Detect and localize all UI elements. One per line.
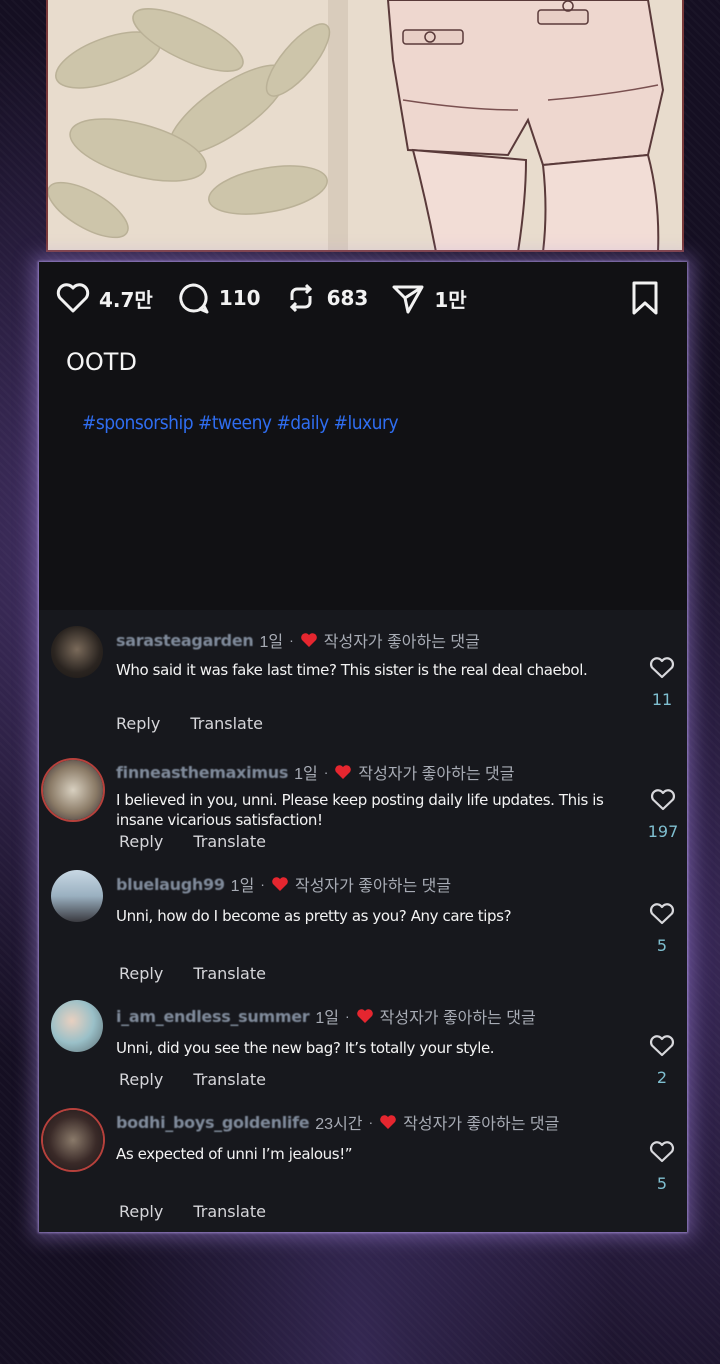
comments-section: sarasteagarden 1일 · 작성자가 좋아하는 댓글 Who sai… (39, 610, 687, 1232)
translate-button[interactable]: Translate (193, 832, 266, 851)
comment-like[interactable]: 2 (649, 1034, 675, 1087)
comment-time: 1일 (315, 1010, 339, 1027)
heart-filled-icon (300, 633, 317, 647)
comment-time: 23시간 (315, 1116, 363, 1133)
comment-text: Who said it was fake last time? This sis… (116, 661, 588, 679)
heart-filled-icon (272, 877, 288, 891)
action-bar: 4.7만 110 683 1만 (55, 276, 675, 320)
comment-username[interactable]: bluelaugh99 (116, 875, 225, 894)
translate-button[interactable]: Translate (193, 964, 266, 983)
comment-time: 1일 (259, 634, 284, 651)
comment-username[interactable]: i_am_endless_summer (116, 1007, 310, 1026)
translate-button[interactable]: Translate (190, 714, 263, 733)
post-hashtags[interactable]: #sponsorship #tweeny #daily #luxury (82, 412, 399, 434)
repost-count: 683 (326, 286, 369, 310)
avatar[interactable] (51, 1000, 103, 1052)
reply-button[interactable]: Reply (116, 714, 160, 733)
liked-by-author-label: 작성자가 좋아하는 댓글 (379, 1010, 536, 1027)
comment-header: finneasthemaximus 1일 · 작성자가 좋아하는 댓글 (116, 760, 514, 784)
post-caption: OOTD (66, 348, 137, 376)
heart-filled-icon (335, 765, 352, 779)
comment-text: Unni, how do I become as pretty as you? … (116, 907, 512, 925)
reply-button[interactable]: Reply (119, 964, 163, 983)
comment-text: Unni, did you see the new bag? It’s tota… (116, 1039, 495, 1057)
translate-button[interactable]: Translate (193, 1070, 266, 1089)
heart-filled-icon (380, 1115, 397, 1129)
comment-like[interactable]: 197 (645, 788, 681, 841)
heart-outline-icon (649, 657, 675, 679)
heart-outline-icon (56, 283, 90, 313)
repost-action[interactable]: 683 (283, 280, 369, 316)
liked-by-author-label: 작성자가 좋아하는 댓글 (403, 1116, 560, 1133)
comment-time: 1일 (294, 766, 318, 783)
heart-outline-icon (650, 789, 676, 811)
comment-actions: Reply Translate (116, 714, 293, 733)
comment-header: bodhi_boys_goldenlife 23시간 · 작성자가 좋아하는 댓… (116, 1110, 559, 1134)
comment-header: sarasteagarden 1일 · 작성자가 좋아하는 댓글 (116, 628, 480, 652)
liked-by-author-label: 작성자가 좋아하는 댓글 (323, 634, 480, 651)
comment-like-count: 197 (647, 822, 679, 841)
comment-bubble-icon (179, 283, 209, 314)
post-image (46, 0, 684, 252)
share-count: 1만 (434, 287, 467, 312)
comment-like-count: 5 (656, 1174, 668, 1193)
avatar[interactable] (43, 1110, 103, 1170)
comment-username[interactable]: bodhi_boys_goldenlife (116, 1113, 310, 1132)
post-panel: 4.7만 110 683 1만 OOTD #sponsorship #tween… (39, 262, 687, 1232)
reply-button[interactable]: Reply (119, 1202, 163, 1221)
comment-username[interactable]: finneasthemaximus (116, 763, 288, 782)
heart-filled-icon (356, 1009, 373, 1023)
avatar[interactable] (51, 870, 103, 922)
bookmark-icon (632, 281, 658, 315)
avatar[interactable] (43, 760, 103, 820)
send-icon (392, 285, 424, 314)
comment-like[interactable]: 5 (649, 902, 675, 955)
comment-actions: Reply Translate (119, 1202, 296, 1221)
comment-like[interactable]: 5 (649, 1140, 675, 1193)
comment-username[interactable]: sarasteagarden (116, 631, 254, 650)
comment-header: bluelaugh99 1일 · 작성자가 좋아하는 댓글 (116, 872, 451, 896)
comment-text: As expected of unni I’m jealous!” (116, 1145, 353, 1163)
reply-button[interactable]: Reply (119, 1070, 163, 1089)
like-count: 4.7만 (99, 287, 153, 312)
bookmark-button[interactable] (629, 280, 661, 321)
liked-by-author-label: 작성자가 좋아하는 댓글 (294, 878, 452, 895)
comment-actions: Reply Translate (119, 964, 296, 983)
comment-count: 110 (218, 286, 261, 310)
like-action[interactable]: 4.7만 (55, 280, 153, 316)
reply-button[interactable]: Reply (119, 832, 163, 851)
comment-time: 1일 (230, 878, 255, 895)
avatar[interactable] (51, 626, 103, 678)
heart-outline-icon (649, 1035, 675, 1057)
comment-header: i_am_endless_summer 1일 · 작성자가 좋아하는 댓글 (116, 1004, 536, 1028)
heart-outline-icon (649, 903, 675, 925)
repost-icon (289, 283, 312, 313)
share-action[interactable]: 1만 (390, 280, 467, 316)
comment-text: I believed in you, unni. Please keep pos… (116, 791, 604, 829)
translate-button[interactable]: Translate (193, 1202, 266, 1221)
comment-actions: Reply Translate (119, 1070, 296, 1089)
comment-like[interactable]: 11 (649, 656, 675, 709)
comment-like-count: 5 (656, 936, 668, 955)
comment-actions: Reply Translate (119, 832, 296, 851)
liked-by-author-label: 작성자가 좋아하는 댓글 (358, 766, 515, 783)
comment-action[interactable]: 110 (175, 280, 261, 316)
comment-like-count: 2 (656, 1068, 668, 1087)
comment-like-count: 11 (651, 690, 673, 709)
heart-outline-icon (649, 1141, 675, 1163)
